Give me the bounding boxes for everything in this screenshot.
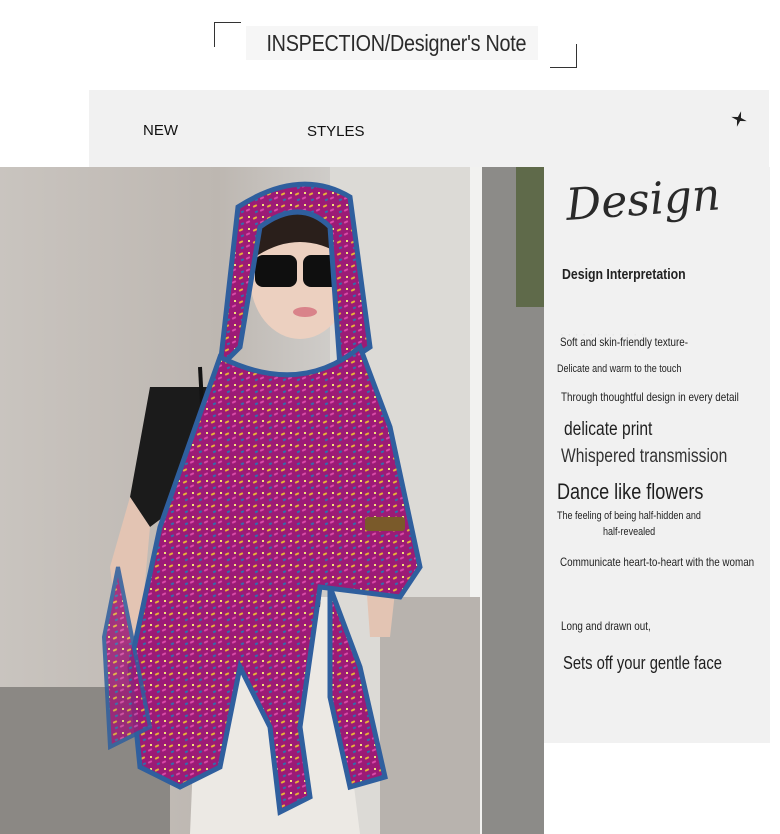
panel-line-5: Whispered transmission — [561, 446, 728, 467]
page-title: INSPECTION/Designer's Note — [266, 30, 527, 56]
panel-line-3: Through thoughtful design in every detai… — [561, 390, 739, 404]
panel-line-7: The feeling of being half-hidden and — [557, 510, 701, 522]
corner-bracket-bottom-right — [550, 44, 577, 68]
panel-line-9: Communicate heart-to-heart with the woma… — [560, 555, 755, 569]
panel-line-2: Delicate and warm to the touch — [557, 363, 682, 375]
model-with-scarf-illustration — [0, 167, 544, 834]
panel-heading: Design Interpretation — [562, 266, 686, 283]
design-script-lettering: Design — [565, 172, 722, 231]
corner-bracket-top-left — [214, 22, 241, 47]
panel-line-6: Dance like flowers — [557, 479, 704, 504]
product-photo — [0, 167, 544, 834]
panel-line-8: half-revealed — [603, 526, 656, 538]
panel-line-4: delicate print — [564, 419, 653, 440]
panel-line-1: Soft and skin-friendly texture- — [560, 335, 688, 349]
styles-label: STYLES — [307, 123, 365, 140]
panel-line-11: Sets off your gentle face — [563, 653, 722, 673]
design-script-text: Design — [565, 172, 722, 231]
category-band — [89, 90, 769, 168]
sparkle-star-icon — [731, 111, 747, 127]
new-label: NEW — [143, 122, 178, 139]
panel-line-10: Long and drawn out, — [561, 619, 651, 633]
